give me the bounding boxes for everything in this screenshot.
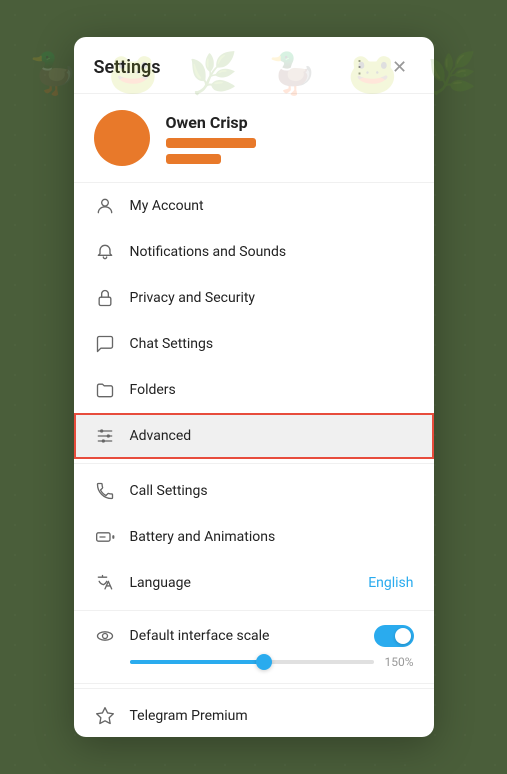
slider-thumb[interactable] <box>256 654 272 670</box>
slider-row: 150% <box>130 655 414 669</box>
menu-item-language[interactable]: Language English <box>74 560 434 606</box>
privacy-label: Privacy and Security <box>130 290 414 306</box>
menu-item-notifications[interactable]: Notifications and Sounds <box>74 229 434 275</box>
close-icon: ✕ <box>392 57 407 78</box>
menu-list: My Account Notifications and Sounds Priv… <box>74 183 434 737</box>
interface-scale-label: Default interface scale <box>130 628 360 644</box>
star-icon <box>94 705 116 727</box>
profile-section[interactable]: Owen Crisp <box>74 94 434 183</box>
profile-status-bar1 <box>166 138 256 148</box>
sliders-icon <box>94 425 116 447</box>
slider-track[interactable] <box>130 660 375 664</box>
bell-icon <box>94 241 116 263</box>
menu-item-my-account[interactable]: My Account <box>74 183 434 229</box>
header-icons: ⋮ ✕ <box>346 53 414 81</box>
slider-fill <box>130 660 265 664</box>
folder-icon <box>94 379 116 401</box>
panel-header: Settings ⋮ ✕ <box>74 37 434 94</box>
chat-icon <box>94 333 116 355</box>
eye-icon <box>94 625 116 647</box>
advanced-label: Advanced <box>130 428 414 444</box>
interface-scale-row: Default interface scale <box>94 625 414 647</box>
menu-item-folders[interactable]: Folders <box>74 367 434 413</box>
call-settings-label: Call Settings <box>130 483 414 499</box>
account-icon <box>94 195 116 217</box>
profile-status-bar2 <box>166 154 221 164</box>
more-button[interactable]: ⋮ <box>346 53 374 81</box>
divider-2 <box>74 610 434 611</box>
language-label: Language <box>130 575 355 591</box>
slider-value: 150% <box>384 655 413 669</box>
avatar <box>94 110 150 166</box>
my-account-label: My Account <box>130 198 414 214</box>
menu-item-chat-settings[interactable]: Chat Settings <box>74 321 434 367</box>
divider-3 <box>74 688 434 689</box>
close-button[interactable]: ✕ <box>386 53 414 81</box>
premium-label: Telegram Premium <box>130 708 414 724</box>
profile-info: Owen Crisp <box>166 113 256 164</box>
menu-item-call-settings[interactable]: Call Settings <box>74 468 434 514</box>
battery-label: Battery and Animations <box>130 529 414 545</box>
folders-label: Folders <box>130 382 414 398</box>
profile-name: Owen Crisp <box>166 113 256 132</box>
divider-1 <box>74 463 434 464</box>
battery-icon <box>94 526 116 548</box>
menu-item-battery[interactable]: Battery and Animations <box>74 514 434 560</box>
translate-icon <box>94 572 116 594</box>
lock-icon <box>94 287 116 309</box>
interface-scale-toggle[interactable] <box>374 625 414 647</box>
menu-item-advanced[interactable]: Advanced <box>74 413 434 459</box>
interface-scale-section: Default interface scale 150% <box>74 615 434 684</box>
menu-item-premium[interactable]: Telegram Premium <box>74 693 434 737</box>
settings-panel: Settings ⋮ ✕ Owen Crisp My Account <box>74 37 434 737</box>
phone-icon <box>94 480 116 502</box>
panel-title: Settings <box>94 57 161 78</box>
chat-settings-label: Chat Settings <box>130 336 414 352</box>
more-icon: ⋮ <box>351 57 369 78</box>
menu-item-privacy[interactable]: Privacy and Security <box>74 275 434 321</box>
notifications-label: Notifications and Sounds <box>130 244 414 260</box>
language-value: English <box>368 575 413 591</box>
